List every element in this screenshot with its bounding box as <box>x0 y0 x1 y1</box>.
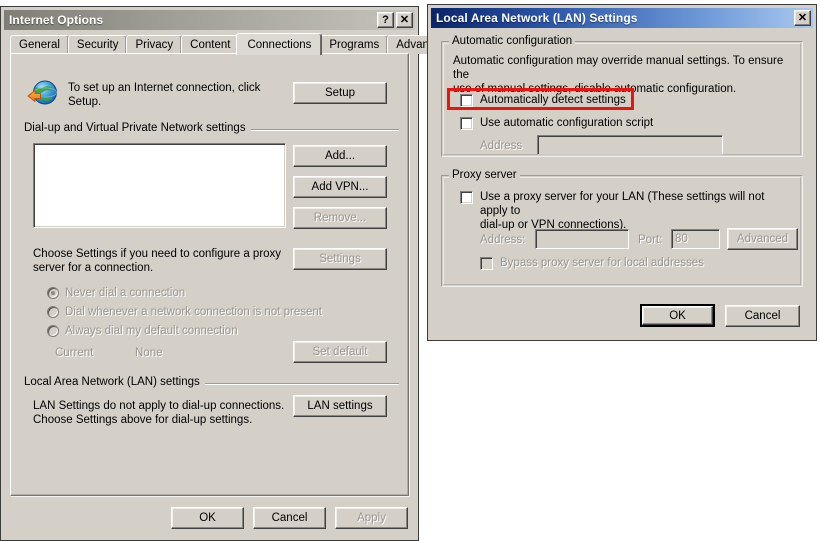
proxy-address-input[interactable] <box>535 229 629 249</box>
current-label: Current <box>55 347 94 359</box>
add-vpn-button[interactable]: Add VPN... <box>293 176 387 198</box>
radio-always-dial-indicator <box>47 325 59 337</box>
setup-button[interactable]: Setup <box>293 82 387 104</box>
proxy-address-label: Address: <box>480 234 526 246</box>
lan-settings-button[interactable]: LAN settings <box>293 395 387 417</box>
close-icon[interactable]: ✕ <box>794 10 811 26</box>
choose-settings-description: Choose Settings if you need to configure… <box>33 248 282 274</box>
screen: Internet Options ? ✕ General Security Pr… <box>0 0 819 541</box>
dialup-connections-list[interactable] <box>33 143 286 228</box>
ok-button[interactable]: OK <box>171 507 244 529</box>
automatic-configuration-group: Automatic configuration Automatic config… <box>441 35 803 157</box>
settings-button: Settings <box>293 248 387 270</box>
tab-connections[interactable]: Connections <box>236 33 323 55</box>
proxy-port-input[interactable]: 80 <box>671 229 720 249</box>
radio-dial-whenever[interactable]: Dial whenever a network connection is no… <box>47 306 322 318</box>
proxy-server-group-label: Proxy server <box>449 169 520 181</box>
bypass-proxy-row: Bypass proxy server for local addresses <box>480 256 704 270</box>
tab-content[interactable]: Content <box>181 35 240 54</box>
radio-never-dial-label: Never dial a connection <box>65 287 186 299</box>
lan-group: Local Area Network (LAN) settings <box>24 376 399 390</box>
use-automatic-configuration-script-label: Use automatic configuration script <box>480 117 654 129</box>
lan-settings-titlebar[interactable]: Local Area Network (LAN) Settings ✕ <box>431 8 813 28</box>
internet-options-dialog: Internet Options ? ✕ General Security Pr… <box>0 6 457 541</box>
proxy-port-label: Port: <box>638 234 663 246</box>
lan-settings-title: Local Area Network (LAN) Settings <box>436 11 638 25</box>
close-icon[interactable]: ✕ <box>396 12 413 28</box>
help-button[interactable]: ? <box>377 12 394 28</box>
internet-options-titlebar[interactable]: Internet Options ? ✕ <box>4 10 415 30</box>
lan-group-label: Local Area Network (LAN) settings <box>24 376 205 388</box>
auto-config-address-input[interactable] <box>537 135 723 155</box>
use-automatic-configuration-script-row[interactable]: Use automatic configuration script <box>460 116 653 130</box>
radio-dial-whenever-indicator <box>47 306 59 318</box>
apply-button: Apply <box>335 507 408 529</box>
advanced-button: Advanced <box>727 228 798 250</box>
automatically-detect-settings-label: Automatically detect settings <box>480 94 626 106</box>
remove-button: Remove... <box>293 207 387 229</box>
setup-description: To set up an Internet connection, click … <box>68 82 261 108</box>
tab-general[interactable]: General <box>10 35 69 54</box>
bypass-proxy-checkbox <box>480 257 493 270</box>
bypass-proxy-label: Bypass proxy server for local addresses <box>500 257 704 269</box>
current-value: None <box>135 347 163 359</box>
automatically-detect-settings-checkbox[interactable] <box>460 94 473 107</box>
lan-description: LAN Settings do not apply to dial-up con… <box>33 400 285 426</box>
automatic-configuration-group-label: Automatic configuration <box>449 35 576 47</box>
lan-settings-dialog: Local Area Network (LAN) Settings ✕ Auto… <box>427 4 817 341</box>
use-proxy-server-row[interactable]: Use a proxy server for your LAN (These s… <box>460 190 790 232</box>
lan-ok-button-label: OK <box>642 306 713 325</box>
internet-connection-globe-icon <box>26 78 58 110</box>
lan-ok-button[interactable]: OK <box>640 304 715 327</box>
tab-security[interactable]: Security <box>67 35 128 54</box>
radio-always-dial[interactable]: Always dial my default connection <box>47 325 238 337</box>
auto-config-address-label: Address <box>480 140 523 152</box>
radio-always-dial-label: Always dial my default connection <box>65 325 238 337</box>
dialup-group: Dial-up and Virtual Private Network sett… <box>24 122 399 136</box>
lan-settings-titlebar-buttons: ✕ <box>794 10 811 26</box>
set-default-button: Set default <box>293 341 387 363</box>
internet-options-title: Internet Options <box>9 13 104 27</box>
automatic-configuration-description: Automatic configuration may override man… <box>453 55 784 95</box>
cancel-button[interactable]: Cancel <box>253 507 326 529</box>
internet-options-titlebar-buttons: ? ✕ <box>377 12 413 28</box>
dialup-group-label: Dial-up and Virtual Private Network sett… <box>24 122 251 134</box>
radio-dial-whenever-label: Dial whenever a network connection is no… <box>65 306 322 318</box>
tab-privacy[interactable]: Privacy <box>126 35 183 54</box>
automatically-detect-settings-row[interactable]: Automatically detect settings <box>460 93 626 107</box>
connections-tab-panel: To set up an Internet connection, click … <box>10 53 409 496</box>
radio-never-dial-indicator <box>47 287 59 299</box>
proxy-server-group: Proxy server Use a proxy server for your… <box>441 169 803 287</box>
tab-programs[interactable]: Programs <box>320 35 389 54</box>
use-automatic-configuration-script-checkbox[interactable] <box>460 117 473 130</box>
radio-never-dial[interactable]: Never dial a connection <box>47 287 185 299</box>
use-proxy-server-checkbox[interactable] <box>460 191 473 204</box>
tabstrip: General Security Privacy Content Connect… <box>10 33 457 55</box>
use-proxy-server-label: Use a proxy server for your LAN (These s… <box>480 191 765 231</box>
add-button[interactable]: Add... <box>293 145 387 167</box>
lan-cancel-button[interactable]: Cancel <box>725 305 800 327</box>
